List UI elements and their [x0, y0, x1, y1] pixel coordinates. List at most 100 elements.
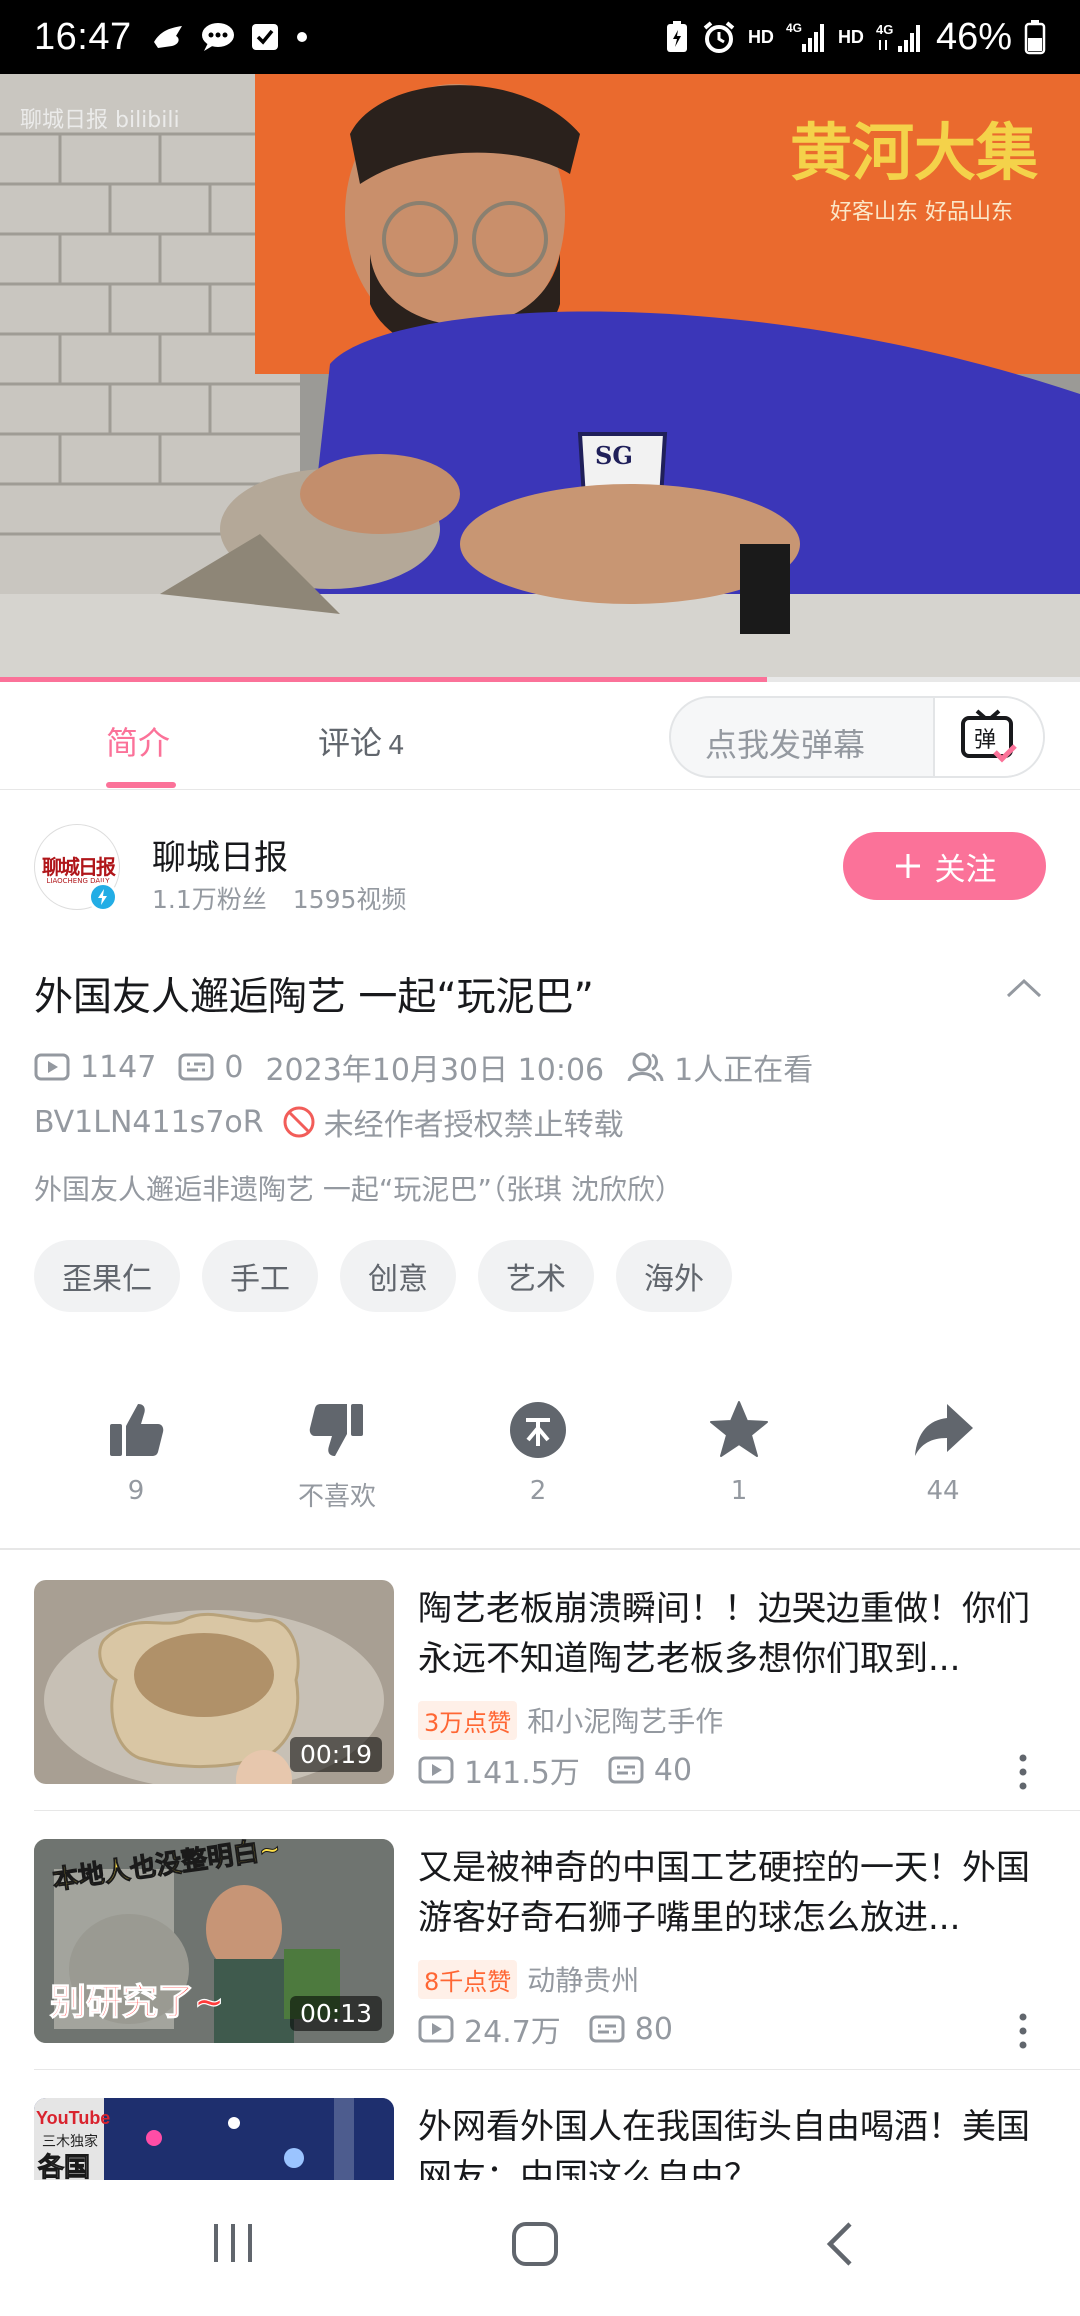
danmaku-toggle-button[interactable]: 弹: [933, 698, 1043, 776]
tab-comments[interactable]: 评论 4: [318, 718, 405, 764]
rec-thumbnail[interactable]: 00:19: [34, 1580, 394, 1784]
tab-intro-label: 简介: [106, 724, 171, 762]
battery-percent: 46%: [935, 15, 1012, 58]
video-meta-row: 1147 0 2023年10月30日 10:06 1人正在看: [34, 1045, 813, 1089]
uploader-videos: 1595视频: [292, 885, 407, 914]
signal-icon-2: 4G: [876, 22, 920, 52]
rec-meta: 3万点赞 和小泥陶艺手作: [418, 1700, 723, 1740]
svg-text:4G: 4G: [786, 21, 802, 35]
rec-duration: 00:13: [289, 1996, 382, 2031]
tag-item[interactable]: 艺术: [478, 1240, 594, 1312]
coin-button[interactable]: 2: [458, 1398, 618, 1506]
list-item[interactable]: 00:19 陶艺老板崩溃瞬间！！边哭边重做！你们永远不知道陶艺老板多想你们取到.…: [0, 1580, 1080, 1838]
alarm-icon: [703, 21, 735, 53]
tag-item[interactable]: 手工: [202, 1240, 318, 1312]
like-button[interactable]: 9: [56, 1398, 216, 1506]
chevron-up-icon[interactable]: [1004, 976, 1044, 1000]
thumbnail-image: YouTube 三木独家 各国: [34, 2098, 394, 2180]
danmaku-input-box[interactable]: 点我发弹幕 弹: [669, 696, 1045, 778]
tag-item[interactable]: 创意: [340, 1240, 456, 1312]
list-item[interactable]: 本地人也没整明白~ 别研究了~ 00:13 又是被神奇的中国工艺硬控的一天！外国…: [0, 1839, 1080, 2097]
thumb-caption-mid: 三木独家: [42, 2133, 98, 2150]
home-icon[interactable]: [510, 2220, 560, 2268]
svg-text:SG: SG: [595, 441, 633, 470]
follow-label: 关注: [934, 851, 997, 888]
play-count-icon: [34, 1052, 70, 1082]
message-icon: [201, 23, 234, 51]
like-count: 9: [127, 1476, 145, 1506]
uploader-name[interactable]: 聊城日报: [152, 830, 288, 879]
battery-saver-icon: [666, 21, 687, 52]
copyright-notice: 未经作者授权禁止转载: [323, 1108, 624, 1143]
share-count: 44: [926, 1476, 960, 1506]
tag-item[interactable]: 海外: [616, 1240, 732, 1312]
avatar-logo-text: 聊城日报: [42, 855, 116, 879]
video-id-row: BV1LN411s7oR 未经作者授权禁止转载: [34, 1100, 624, 1144]
list-divider: [34, 1810, 1080, 1811]
recent-apps-icon[interactable]: [210, 2220, 256, 2266]
more-options-icon[interactable]: [1010, 2011, 1036, 2051]
plus-icon: [895, 854, 920, 878]
status-right: HD 4G HD 4G 46%: [664, 16, 1046, 59]
section-divider: [0, 1548, 1080, 1550]
verified-badge-icon: [88, 882, 118, 912]
banner-text: 黄河大集: [790, 116, 1038, 189]
list-item[interactable]: YouTube 三木独家 各国 外网看外国人在我国街头自由喝酒！美国网友：中国这…: [0, 2098, 1080, 2180]
action-bar: 9 不喜欢 2 1 44: [0, 1398, 1080, 1548]
danmaku-input[interactable]: 点我发弹幕: [705, 720, 865, 766]
rec-stats: 141.5万 40: [418, 1748, 692, 1792]
no-repost-icon: [282, 1105, 316, 1139]
watching-icon: [626, 1051, 664, 1083]
star-icon: [710, 1401, 768, 1457]
rec-author: 和小泥陶艺手作: [527, 1705, 724, 1738]
share-button[interactable]: 44: [863, 1398, 1023, 1506]
status-time: 16:47: [34, 15, 132, 58]
svg-text:弹: 弹: [974, 728, 996, 753]
thumbs-down-icon: [309, 1404, 363, 1456]
status-bar: 16:47 HD 4G HD 4G 46%: [0, 0, 1080, 74]
hd-label-2: HD: [837, 26, 864, 47]
rec-duration: 00:19: [289, 1737, 382, 1772]
svg-text:4G: 4G: [876, 22, 893, 37]
favorite-button[interactable]: 1: [659, 1398, 819, 1506]
share-icon: [915, 1404, 973, 1456]
dot-icon: [296, 32, 307, 42]
rec-author: 动静贵州: [527, 1964, 640, 1997]
rec-danmaku: 80: [634, 2011, 673, 2047]
rec-title[interactable]: 外网看外国人在我国街头自由喝酒！美国网友：中国这么自由？: [418, 2102, 1048, 2180]
tab-comments-label: 评论: [318, 724, 383, 762]
uploader-card: 聊城日报 LIAOCHENG DAILY 聊城日报 1.1万粉丝 1595视频 关…: [0, 790, 1080, 940]
rec-views: 141.5万: [464, 1756, 580, 1791]
notification-icons: [150, 21, 310, 53]
rec-stats: 24.7万 80: [418, 2007, 673, 2051]
tab-underline: [106, 782, 176, 788]
signal-icon: 4G: [786, 21, 824, 52]
uploader-stats: 1.1万粉丝 1595视频: [152, 880, 406, 916]
rec-title[interactable]: 又是被神奇的中国工艺硬控的一天！外国游客好奇石狮子嘴里的球怎么放进...: [418, 1843, 1048, 1943]
more-options-icon[interactable]: [1010, 1752, 1036, 1792]
rec-views: 24.7万: [464, 2015, 561, 2050]
thumb-caption-bottom: 别研究了~: [50, 1982, 224, 2023]
rec-meta: 8千点赞 动静贵州: [418, 1959, 639, 1999]
thumb-caption-bottom: 各国: [37, 2152, 90, 2180]
dislike-button[interactable]: 不喜欢: [257, 1398, 417, 1513]
checkbox-icon: [251, 24, 278, 50]
follow-button[interactable]: 关注: [843, 832, 1046, 900]
video-player[interactable]: 黄河大集 好客山东 好品山东 SG 92 聊城日报 bilibili: [0, 74, 1080, 682]
rec-thumbnail[interactable]: 本地人也没整明白~ 别研究了~ 00:13: [34, 1839, 394, 2043]
danmaku-count-icon: [178, 1052, 214, 1082]
tag-item[interactable]: 歪果仁: [34, 1240, 180, 1312]
view-count: 1147: [80, 1049, 157, 1085]
gesture-icon: [153, 26, 182, 48]
banner-sub: 好客山东 好品山东: [830, 200, 1013, 225]
thumbs-up-icon: [110, 1404, 164, 1456]
list-divider: [34, 2069, 1080, 2070]
rec-title[interactable]: 陶艺老板崩溃瞬间！！边哭边重做！你们永远不知道陶艺老板多想你们取到...: [418, 1584, 1048, 1684]
rec-likes-badge: 8千点赞: [418, 1959, 518, 1999]
bvid: BV1LN411s7oR: [34, 1104, 264, 1140]
back-icon[interactable]: [822, 2220, 856, 2268]
tab-intro[interactable]: 简介: [106, 718, 170, 764]
coin-count: 2: [529, 1476, 547, 1506]
rec-thumbnail[interactable]: YouTube 三木独家 各国: [34, 2098, 394, 2180]
rec-likes-badge: 3万点赞: [418, 1700, 518, 1740]
